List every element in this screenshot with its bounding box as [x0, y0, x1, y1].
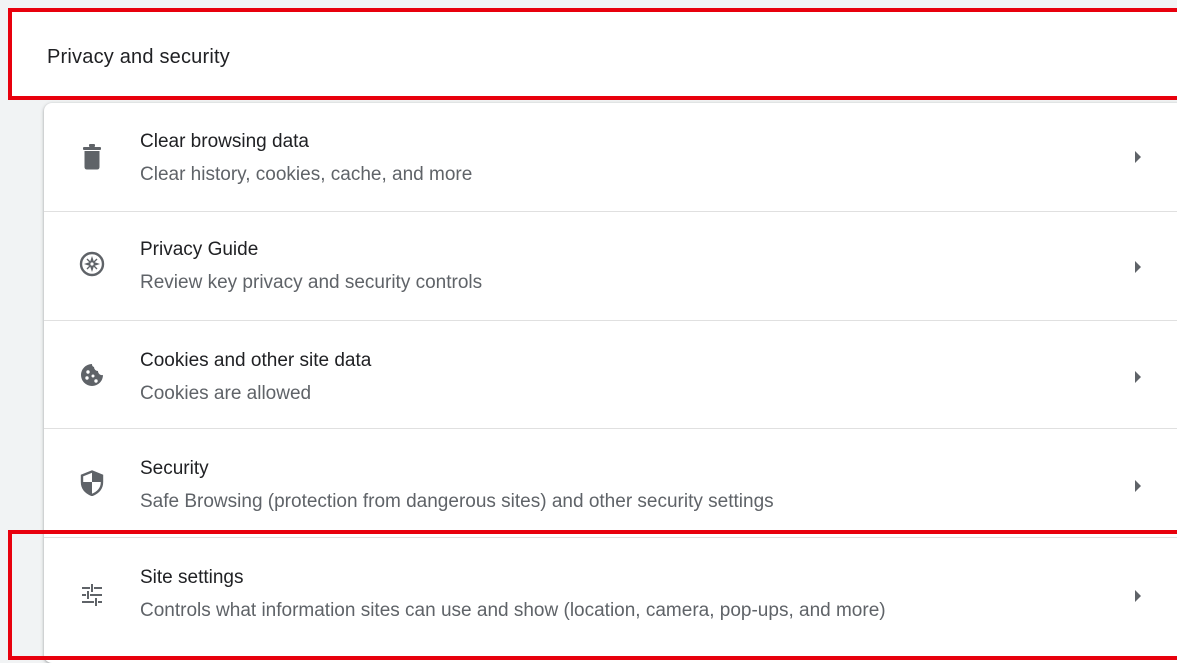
cookie-icon [78, 361, 106, 389]
row-sublabel: Clear history, cookies, cache, and more [140, 164, 473, 185]
compass-icon [78, 250, 106, 278]
row-sublabel: Cookies are allowed [140, 383, 312, 404]
row-label: Site settings [140, 567, 244, 588]
row-divider [44, 537, 1177, 538]
chevron-right-icon [1126, 474, 1150, 498]
chevron-right-icon [1126, 255, 1150, 279]
section-title: Privacy and security [47, 46, 230, 68]
shield-icon [78, 469, 106, 497]
row-divider [44, 428, 1177, 429]
tune-sliders-icon [78, 581, 106, 609]
row-label: Privacy Guide [140, 239, 259, 260]
privacy-guide-row[interactable]: Privacy Guide Review key privacy and sec… [44, 211, 1177, 319]
page-background [0, 0, 1177, 8]
row-label: Clear browsing data [140, 131, 309, 152]
row-divider [44, 211, 1177, 212]
row-label: Cookies and other site data [140, 350, 372, 371]
section-header: Privacy and security [10, 10, 1177, 98]
row-divider [44, 320, 1177, 321]
cookies-row[interactable]: Cookies and other site data Cookies are … [44, 320, 1177, 428]
row-sublabel: Review key privacy and security controls [140, 272, 483, 293]
clear-browsing-data-row[interactable]: Clear browsing data Clear history, cooki… [44, 103, 1177, 211]
row-label: Security [140, 458, 209, 479]
security-row[interactable]: Security Safe Browsing (protection from … [44, 428, 1177, 536]
row-sublabel: Controls what information sites can use … [140, 600, 886, 621]
site-settings-row[interactable]: Site settings Controls what information … [44, 537, 1177, 663]
row-sublabel: Safe Browsing (protection from dangerous… [140, 491, 774, 512]
chevron-right-icon [1126, 365, 1150, 389]
trash-icon [78, 143, 106, 171]
privacy-settings-card: Clear browsing data Clear history, cooki… [44, 103, 1177, 663]
chevron-right-icon [1126, 584, 1150, 608]
chevron-right-icon [1126, 145, 1150, 169]
